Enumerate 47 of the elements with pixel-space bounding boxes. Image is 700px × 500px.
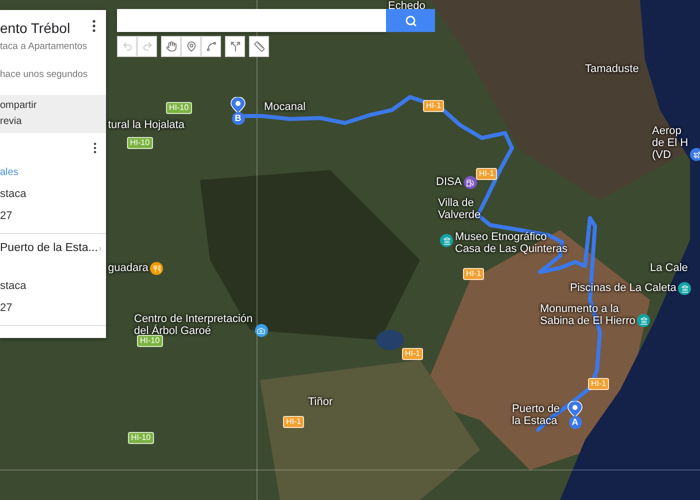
- toolbar-button[interactable]: [181, 36, 201, 57]
- map-label: Echedo: [388, 0, 426, 12]
- layer-item[interactable]: 27: [0, 208, 106, 224]
- fork-icon: [230, 41, 240, 52]
- search-field[interactable]: [117, 9, 386, 32]
- toolbar-button[interactable]: [225, 36, 245, 57]
- pin-icon: [186, 41, 196, 52]
- layer-item[interactable]: 27: [0, 300, 106, 316]
- map-description: taca a Apartamentos: [0, 40, 88, 54]
- layer-item[interactable]: staca: [0, 278, 106, 294]
- redo-icon: [142, 41, 152, 52]
- map-title: ento Trébol: [0, 19, 70, 38]
- map-pin-icon[interactable]: [567, 401, 583, 417]
- map-label: Tiñor: [308, 396, 333, 408]
- hand-icon: [166, 41, 176, 52]
- road-badge: HI-10: [137, 335, 163, 347]
- layer-item[interactable]: staca: [0, 186, 106, 202]
- road-badge: HI-1: [283, 416, 304, 428]
- search-icon: [404, 14, 416, 26]
- road-badge: HI-10: [127, 137, 153, 149]
- road-badge: HI-1: [423, 100, 444, 112]
- road-badge: HI-1: [463, 268, 484, 280]
- road-badge: HI-1: [476, 168, 498, 180]
- polyline-icon: [206, 41, 216, 52]
- map-label: Aerop de El H (VD: [652, 125, 688, 161]
- layer-title: Puerto de la Esta...: [0, 240, 98, 256]
- toolbar-button[interactable]: [249, 36, 269, 57]
- map-label: DISA: [436, 176, 462, 188]
- action-link[interactable]: ompartir: [0, 100, 106, 112]
- saved-status: hace unos segundos: [0, 68, 89, 82]
- road-badge: HI-1: [402, 348, 424, 360]
- toolbar-button[interactable]: [201, 36, 221, 57]
- map-label: guadara: [108, 262, 148, 274]
- action-link[interactable]: revia: [0, 116, 106, 128]
- ruler-icon: [254, 41, 264, 52]
- map-label: Tamaduste: [585, 63, 639, 75]
- toolbar-button[interactable]: [161, 36, 181, 57]
- map-label: La Cale: [650, 262, 688, 274]
- undo-icon: [122, 41, 132, 52]
- road-badge: HI-10: [128, 432, 154, 444]
- map-pin-icon[interactable]: [230, 97, 246, 113]
- map-label: Mocanal: [264, 101, 306, 113]
- road-badge: HI-1: [588, 378, 610, 390]
- map-label: tural la Hojalata: [108, 119, 184, 131]
- road-badge: HI-10: [166, 102, 192, 114]
- map-label: Centro de Interpretación del Árbol Garoé: [134, 313, 253, 337]
- search-button[interactable]: [386, 9, 435, 32]
